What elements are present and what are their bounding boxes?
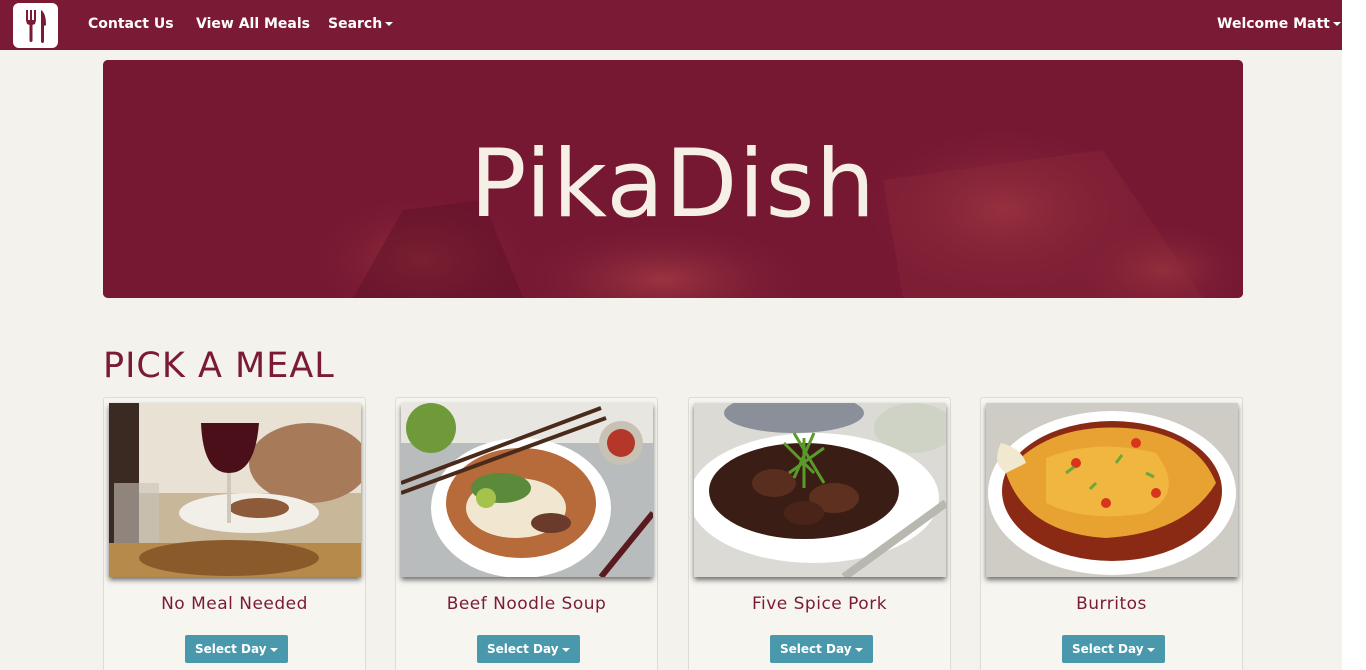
select-day-label: Select Day	[487, 642, 559, 656]
caret-down-icon	[1332, 22, 1341, 26]
meal-name: Beef Noodle Soup	[446, 594, 607, 614]
hero-title: PikaDish	[469, 130, 877, 239]
select-day-button[interactable]: Select Day	[477, 635, 580, 663]
select-day-button[interactable]: Select Day	[770, 635, 873, 663]
section-title: PICK A MEAL	[103, 346, 335, 386]
caret-down-icon	[269, 647, 278, 652]
select-day-label: Select Day	[195, 642, 267, 656]
meal-name: No Meal Needed	[161, 594, 308, 614]
logo[interactable]	[13, 3, 58, 48]
caret-down-icon	[854, 647, 863, 652]
nav-view-all-meals[interactable]: View All Meals	[196, 16, 310, 32]
nav-contact-us[interactable]: Contact Us	[88, 16, 174, 32]
nav-contact-us-label: Contact Us	[88, 16, 174, 32]
meal-card: Beef Noodle Soup Select Day	[395, 397, 658, 670]
nav-search-dropdown[interactable]: Search	[328, 16, 394, 32]
scrollbar-track[interactable]	[1342, 0, 1366, 670]
meal-name: Five Spice Pork	[751, 594, 888, 614]
select-day-label: Select Day	[780, 642, 852, 656]
select-day-button[interactable]: Select Day	[185, 635, 288, 663]
nav-view-all-meals-label: View All Meals	[196, 16, 311, 32]
select-day-label: Select Day	[1072, 642, 1144, 656]
caret-down-icon	[561, 647, 570, 652]
meal-card: No Meal Needed Select Day	[103, 397, 366, 670]
meal-image[interactable]	[694, 403, 946, 577]
caret-down-icon	[385, 22, 394, 26]
meal-card: Burritos Select Day	[980, 397, 1243, 670]
nav-search-label: Search	[328, 16, 383, 32]
hero-banner: PikaDish	[103, 60, 1243, 298]
meal-image[interactable]	[401, 403, 653, 577]
top-navbar: Contact Us View All Meals Search Welcome…	[0, 0, 1342, 50]
meal-image[interactable]	[986, 403, 1238, 577]
meal-name: Burritos	[1076, 594, 1147, 614]
meal-image[interactable]	[109, 403, 361, 577]
select-day-button[interactable]: Select Day	[1062, 635, 1165, 663]
user-menu-dropdown[interactable]: Welcome Matt	[1217, 16, 1341, 32]
caret-down-icon	[1146, 647, 1155, 652]
fork-knife-icon	[26, 10, 46, 43]
meal-card: Five Spice Pork Select Day	[688, 397, 951, 670]
user-welcome-label: Welcome Matt	[1217, 16, 1330, 32]
